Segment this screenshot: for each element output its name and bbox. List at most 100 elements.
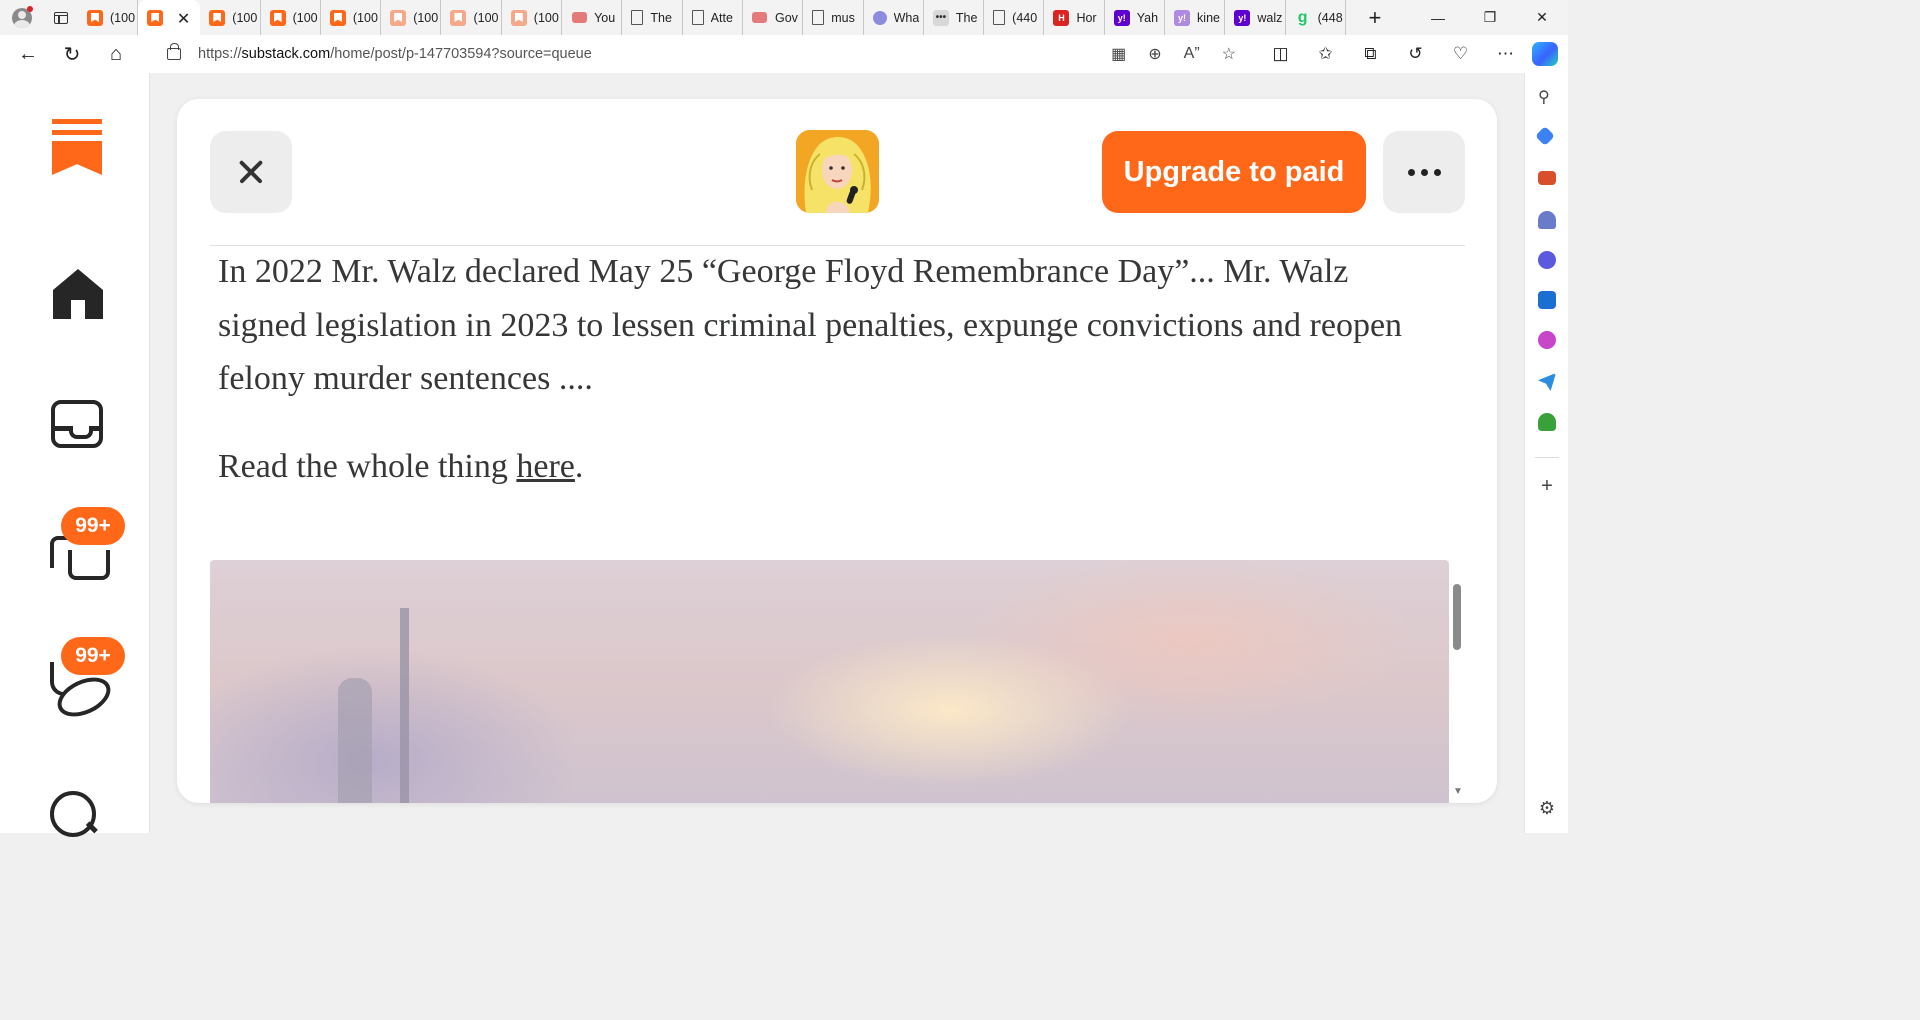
scroll-down-arrow[interactable]: ▼ — [1453, 786, 1463, 797]
tab-title: walz — [1257, 10, 1283, 25]
read-aloud-icon[interactable]: A” — [1184, 45, 1200, 63]
address-bar[interactable]: https://substack.com/home/post/p-1477035… — [148, 38, 1250, 70]
paragraph-text: Read the whole thing — [218, 447, 517, 485]
add-icon[interactable]: + — [1538, 476, 1556, 496]
home-button[interactable]: ⌂ — [94, 35, 138, 73]
tag-icon[interactable] — [1535, 126, 1555, 146]
paragraph-text: . — [574, 447, 584, 485]
chat-badge: 99+ — [61, 507, 125, 545]
home-icon[interactable] — [53, 269, 103, 319]
yahoo-icon-light: y! — [1174, 9, 1191, 26]
browser-tab[interactable]: Atte — [683, 0, 743, 35]
substack-icon — [269, 9, 286, 26]
close-window-button[interactable]: ✕ — [1516, 0, 1568, 35]
tab-actions-button[interactable] — [44, 0, 78, 35]
grammarly-icon: g — [1297, 8, 1308, 26]
history-icon[interactable]: ↺ — [1393, 44, 1438, 64]
browser-tab[interactable]: y! kine — [1165, 0, 1226, 35]
tree-icon[interactable] — [1538, 413, 1556, 431]
search-icon[interactable]: ⚲ — [1538, 87, 1556, 106]
tab-title: Yah — [1136, 10, 1159, 25]
tab-title: kine — [1197, 10, 1220, 25]
browser-tab[interactable]: y! walz — [1225, 0, 1286, 35]
zoom-icon[interactable]: ⊕ — [1148, 44, 1161, 64]
notification-dot — [27, 6, 33, 12]
document-icon — [812, 10, 825, 25]
browser-tab[interactable]: ••• The — [924, 0, 985, 35]
settings-more-icon[interactable]: ⋯ — [1483, 44, 1528, 64]
profile-button[interactable] — [0, 0, 44, 35]
tab-title: (100 — [473, 10, 499, 25]
tab-title: You — [594, 10, 616, 25]
here-link[interactable]: here — [516, 448, 575, 485]
inbox-icon[interactable] — [51, 400, 103, 448]
microsoft365-icon[interactable] — [1538, 251, 1556, 269]
back-button[interactable]: ← — [6, 35, 50, 73]
blurred-pole — [400, 608, 409, 803]
address-bar-icons: ▦ ⊕ A” ☆ — [1111, 38, 1236, 70]
browser-tab[interactable]: mus — [803, 0, 864, 35]
substack-icon-light — [390, 9, 407, 26]
browser-tab[interactable]: (100 — [441, 0, 502, 35]
favorite-star-icon[interactable]: ☆ — [1222, 44, 1236, 64]
url-prefix: https:// — [198, 46, 242, 62]
dot — [1420, 168, 1428, 176]
url-text[interactable]: https://substack.com/home/post/p-1477035… — [198, 46, 592, 62]
performance-icon[interactable]: ♡ — [1438, 44, 1483, 64]
url-path: /home/post/p-147703594?source=queue — [330, 46, 592, 62]
refresh-button[interactable]: ↻ — [50, 35, 94, 73]
collections-icon[interactable]: ⧉ — [1348, 44, 1393, 64]
yahoo-icon: y! — [1234, 9, 1251, 26]
article-image[interactable] — [210, 560, 1449, 803]
browser-tab[interactable]: Wha — [864, 0, 924, 35]
split-screen-icon[interactable]: ◫ — [1258, 44, 1303, 64]
browser-tab[interactable]: (100 — [200, 0, 261, 35]
outlook-icon[interactable] — [1538, 291, 1556, 309]
apps-icon[interactable]: ▦ — [1111, 44, 1126, 64]
favorites-icon[interactable]: ✩ — [1303, 44, 1348, 64]
browser-tab[interactable]: ✕ — [138, 0, 201, 35]
tab-title: (448 — [1317, 10, 1343, 25]
more-options-button[interactable] — [1383, 131, 1465, 213]
browser-tab[interactable]: You — [562, 0, 623, 35]
scrollbar[interactable]: ▼ — [1449, 560, 1467, 803]
browser-tab[interactable]: The — [622, 0, 683, 35]
browser-tab[interactable]: g (448 — [1286, 0, 1346, 35]
article-paragraph: Read the whole thing here. — [218, 440, 1438, 494]
new-tab-button[interactable]: + — [1360, 5, 1390, 31]
toolbox-icon[interactable] — [1538, 171, 1556, 185]
settings-gear-icon[interactable]: ⚙ — [1538, 799, 1556, 817]
browser-tab[interactable]: H Hor — [1044, 0, 1105, 35]
games-icon[interactable] — [1538, 211, 1556, 229]
browser-tab[interactable]: (100 — [381, 0, 442, 35]
youtube-icon — [752, 10, 768, 26]
tab-title: (100 — [413, 10, 439, 25]
close-tab-icon[interactable]: ✕ — [177, 9, 190, 29]
substack-icon-light — [450, 9, 467, 26]
substack-icon — [147, 9, 164, 26]
article-body: In 2022 Mr. Walz declared May 25 “George… — [218, 245, 1438, 493]
browser-tab[interactable]: (440 — [984, 0, 1045, 35]
scrollbar-thumb[interactable] — [1453, 584, 1461, 650]
browser-tab[interactable]: (100 — [502, 0, 563, 35]
browser-tab[interactable]: (100 — [78, 0, 139, 35]
send-icon[interactable] — [1538, 373, 1556, 391]
close-button[interactable] — [210, 131, 292, 213]
browser-tab[interactable]: y! Yah — [1105, 0, 1166, 35]
dot — [1433, 168, 1441, 176]
designer-icon[interactable] — [1538, 331, 1556, 349]
document-icon — [691, 10, 704, 25]
upgrade-to-paid-button[interactable]: Upgrade to paid — [1102, 131, 1366, 213]
publication-avatar-image — [796, 130, 879, 213]
browser-tab[interactable]: Gov — [743, 0, 804, 35]
browser-tab[interactable]: (100 — [261, 0, 321, 35]
restore-button[interactable]: ❐ — [1464, 0, 1516, 35]
window-controls: — ❐ ✕ — [1412, 0, 1568, 35]
copilot-icon[interactable] — [1532, 42, 1558, 66]
search-icon[interactable] — [50, 791, 104, 845]
browser-tab[interactable]: (100 — [321, 0, 382, 35]
minimize-button[interactable]: — — [1412, 0, 1464, 35]
publication-avatar[interactable] — [796, 130, 879, 213]
substack-icon — [87, 9, 103, 26]
substack-logo[interactable] — [52, 119, 102, 175]
